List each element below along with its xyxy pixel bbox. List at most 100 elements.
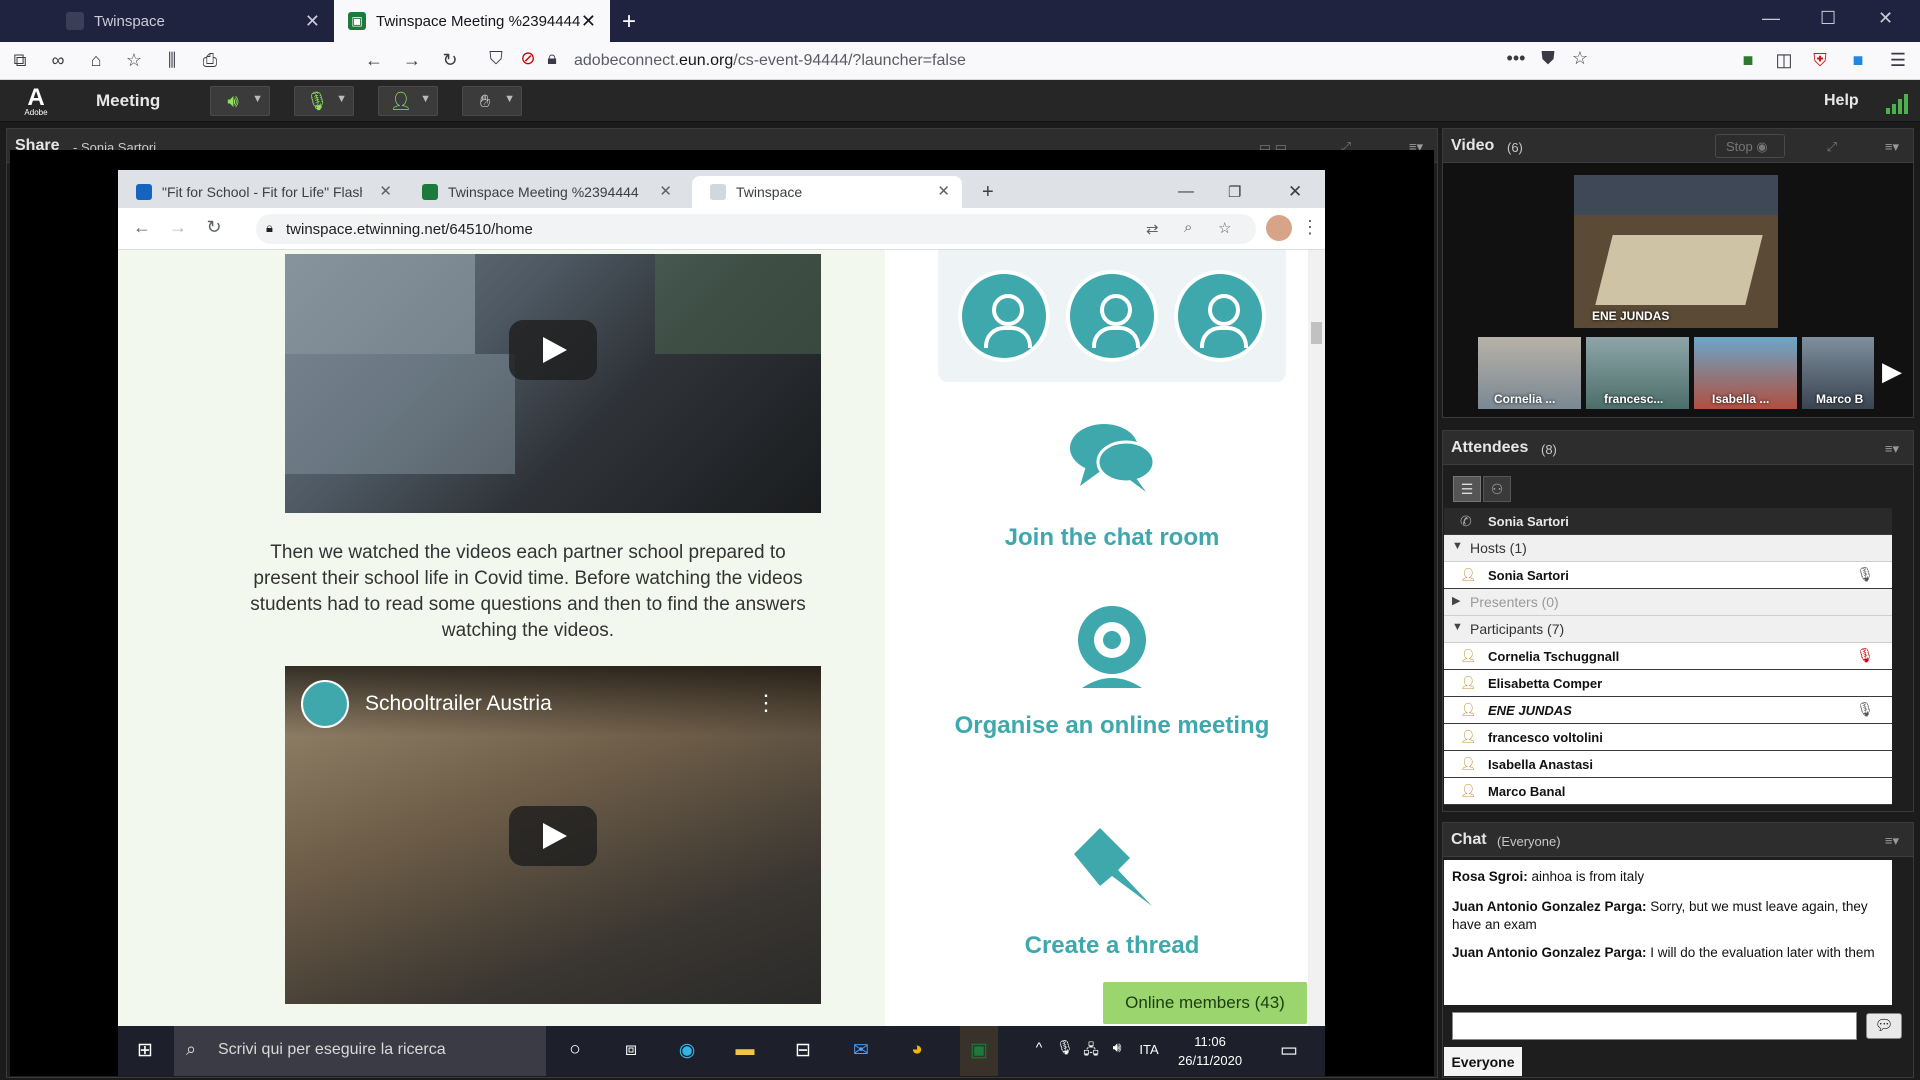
chrome-menu-icon[interactable]: ⋮ [1298,217,1322,238]
online-members-button[interactable]: Online members (43) [1103,982,1307,1024]
reader-glasses-icon[interactable]: ∞ [46,50,70,71]
chrome-new-tab-icon[interactable]: + [976,176,994,208]
create-thread-link[interactable]: Create a thread [938,930,1286,962]
speaker-button[interactable]: 🔊︎ ▼ [210,86,270,116]
edge-icon[interactable]: ◉ [674,1039,700,1063]
cortana-icon[interactable]: ○ [562,1039,588,1063]
video-thumb-marco[interactable]: Marco B [1802,337,1874,409]
video-thumb-isabella[interactable]: Isabella ... [1694,337,1797,409]
chrome-tab-meeting[interactable]: Twinspace Meeting %2394444 ✕ [404,176,684,208]
member-avatar-icon[interactable] [1174,270,1266,362]
input-language[interactable]: ITA [1136,1042,1162,1066]
attendee-row[interactable]: 👤︎ Cornelia Tschuggnall 🎙︎ [1444,643,1892,670]
notifications-icon[interactable]: ▭ [1276,1039,1302,1063]
chrome-address-bar[interactable]: 🔒︎ twinspace.etwinning.net/64510/home ⇄ … [256,214,1256,244]
back-icon[interactable]: ← [130,217,154,238]
attendee-row[interactable]: 👤︎ francesco voltolini [1444,724,1892,751]
chrome-tab-fit-for-school[interactable]: "Fit for School - Fit for Life" Flash ✕ [118,176,404,208]
video-thumb-francesco[interactable]: francesc... [1586,337,1689,409]
list-view-icon[interactable]: ☰ [1453,476,1481,502]
send-message-button[interactable]: 💬︎ [1866,1013,1902,1039]
chrome-tab-twinspace[interactable]: Twinspace ✕ [692,176,962,208]
autoplay-blocked-icon[interactable]: ⊘ [516,48,540,69]
close-window-icon[interactable]: ✕ [1878,8,1893,29]
back-icon[interactable]: ← [362,50,386,71]
video-thumb-cornelia[interactable]: Cornelia ... [1478,337,1581,409]
microphone-button[interactable]: 🎙︎ ▼ [294,86,354,116]
translate-icon[interactable]: ⇄ [1146,220,1159,238]
presenters-group[interactable]: ▶ Presenters (0) [1444,589,1892,616]
synced-tabs-icon[interactable]: ⧉ [8,50,32,71]
pod-options-menu-icon[interactable]: ≡▾ [1885,139,1899,155]
reload-icon[interactable]: ↻ [202,217,226,238]
new-tab-icon[interactable]: + [622,8,636,36]
close-tab-icon[interactable]: ✕ [305,11,320,32]
chrome-icon[interactable]: ◕ [904,1039,930,1063]
tray-network-icon[interactable]: 🖧︎ [1078,1039,1104,1063]
adobe-connect-taskbar-icon[interactable]: ▣ [960,1026,998,1076]
bookmark-star-icon[interactable]: ☆ [1218,219,1231,237]
tray-chevron-icon[interactable]: ^ [1026,1039,1052,1063]
pod-options-menu-icon[interactable]: ≡▾ [1885,833,1899,849]
address-bar[interactable]: ⛉ ⊘ 🔒︎ adobeconnect.eun.org/cs-event-944… [478,46,1588,76]
home-icon[interactable]: ⌂ [84,50,108,71]
reload-icon[interactable]: ↻ [438,50,462,71]
my-status-row[interactable]: ✆ Sonia Sartori [1444,508,1892,535]
video-embed-1[interactable] [285,254,821,513]
pocket-icon[interactable]: ⛊ [1536,48,1560,69]
attendee-row[interactable]: 👤︎ Elisabetta Comper [1444,670,1892,697]
attendee-row[interactable]: 👤︎ Marco Banal [1444,778,1892,805]
participants-group[interactable]: ▼ Participants (7) [1444,616,1892,643]
profile-avatar[interactable] [1266,215,1292,241]
attendee-row[interactable]: 👤︎ Isabella Anastasi [1444,751,1892,778]
stop-video-button[interactable]: Stop ◉ [1715,134,1785,158]
page-actions-icon[interactable]: ••• [1504,48,1528,69]
chrome-restore-icon[interactable]: ❐ [1228,176,1241,208]
chevron-down-icon[interactable]: ▼ [252,93,263,105]
bookmark-star-icon[interactable]: ☆ [122,50,146,71]
shield-icon[interactable]: ⛉ [484,48,508,69]
firefox-tab-twinspace[interactable]: Twinspace ✕ [52,0,334,42]
chevron-down-icon[interactable]: ▼ [504,93,515,105]
task-view-icon[interactable]: ⧈ [618,1039,644,1063]
bookmark-star-icon[interactable]: ☆ [1568,48,1592,69]
help-menu[interactable]: Help [1824,92,1859,110]
ublock-icon[interactable]: ⛨ [1808,50,1832,71]
library-icon[interactable]: ⫼ [160,50,184,71]
expand-triangle-icon[interactable]: ▼ [1452,540,1463,552]
attendee-row[interactable]: 👤︎ ENE JUNDAS 🎙︎ [1444,697,1892,724]
meeting-menu[interactable]: Meeting [96,91,160,111]
tray-volume-icon[interactable]: 🔊︎ [1104,1039,1130,1063]
attendee-row[interactable]: 👤︎ Sonia Sartori 🎙︎ [1444,562,1892,589]
firefox-tab-meeting[interactable]: ▣ Twinspace Meeting %2394444 ✕ [334,0,610,42]
windows-start-icon[interactable]: ⊞ [132,1039,158,1063]
webcam-button[interactable]: 👤︎ ▼ [378,86,438,116]
print-icon[interactable]: ⎙ [198,50,222,71]
close-tab-icon[interactable]: ✕ [659,182,672,200]
close-tab-icon[interactable]: ✕ [379,182,392,200]
maximize-icon[interactable]: ☐ [1820,8,1836,29]
member-avatar-icon[interactable] [1066,270,1158,362]
member-avatar-icon[interactable] [958,270,1050,362]
pod-options-menu-icon[interactable]: ≡▾ [1885,441,1899,457]
fullscreen-icon[interactable]: ⤢ [1827,139,1837,155]
hamburger-menu-icon[interactable]: ☰ [1886,50,1910,71]
close-tab-icon[interactable]: ✕ [581,11,596,32]
main-video-feed[interactable]: ENE JUNDAS [1574,175,1778,328]
page-scrollbar[interactable] [1308,250,1325,1026]
forward-icon[interactable]: → [400,50,424,71]
forward-icon[interactable]: → [166,217,190,238]
tray-mic-icon[interactable]: 🎙︎ [1052,1039,1078,1063]
chat-recipient-selector[interactable]: Everyone [1444,1047,1522,1076]
taskbar-search-box[interactable]: ⌕ Scrivi qui per eseguire la ricerca [174,1026,546,1076]
close-tab-icon[interactable]: ✕ [937,182,950,200]
play-button-icon[interactable] [509,806,597,866]
join-chat-room-link[interactable]: Join the chat room [938,522,1286,554]
file-explorer-icon[interactable]: ▬ [732,1039,758,1063]
video-next-arrow-icon[interactable]: ▶ [1882,356,1902,387]
sidebar-icon[interactable]: ◫ [1772,50,1796,71]
zoom-icon[interactable]: ⌕ [1184,219,1192,236]
store-icon[interactable]: ⊟ [790,1039,816,1063]
zoom-extension-icon[interactable]: ■ [1846,50,1870,71]
organise-meeting-link[interactable]: Organise an online meeting [938,710,1286,742]
